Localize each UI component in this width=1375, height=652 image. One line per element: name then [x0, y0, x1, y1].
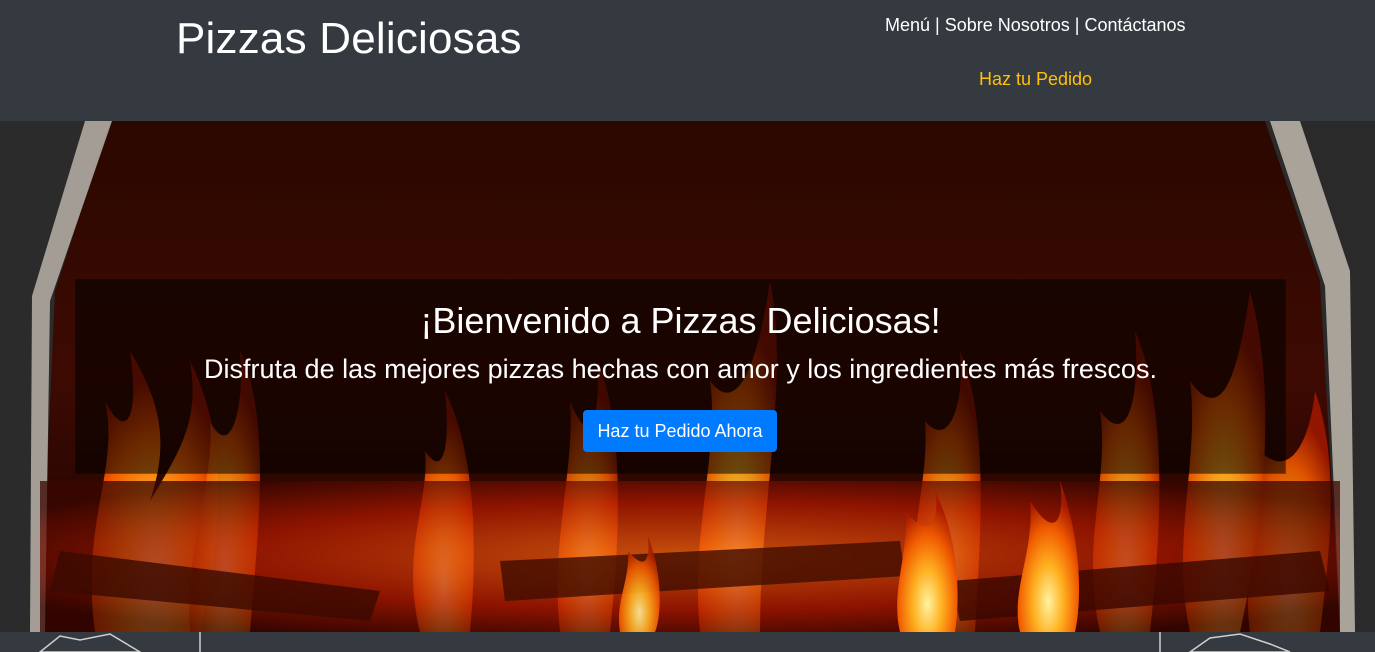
- order-link[interactable]: Haz tu Pedido: [979, 69, 1092, 90]
- hero-title: ¡Bienvenido a Pizzas Deliciosas!: [420, 300, 941, 341]
- next-section-decor: [38, 632, 1291, 652]
- hero-section: ¡Bienvenido a Pizzas Deliciosas! Disfrut…: [0, 121, 1375, 632]
- order-now-button[interactable]: Haz tu Pedido Ahora: [583, 410, 777, 452]
- nav-item-menu[interactable]: Menú: [885, 15, 930, 35]
- nav-item-about[interactable]: Sobre Nosotros: [945, 15, 1070, 35]
- nav-separator: |: [1074, 15, 1080, 35]
- nav-separator: |: [935, 15, 940, 35]
- nav-item-contact[interactable]: Contáctanos: [1084, 15, 1185, 35]
- site-header: Pizzas Deliciosas Menú | Sobre Nosotros | Co…: [0, 0, 1375, 121]
- hero-overlay-box: ¡Bienvenido a Pizzas Deliciosas! Disfrut…: [76, 280, 1285, 473]
- next-section-edge: [0, 632, 1375, 652]
- main-nav: Menú | Sobre Nosotros | Contáctanos: [885, 15, 1186, 36]
- site-title: Pizzas Deliciosas: [176, 14, 522, 63]
- hero-subtitle: Disfruta de las mejores pizzas hechas co…: [204, 354, 1157, 384]
